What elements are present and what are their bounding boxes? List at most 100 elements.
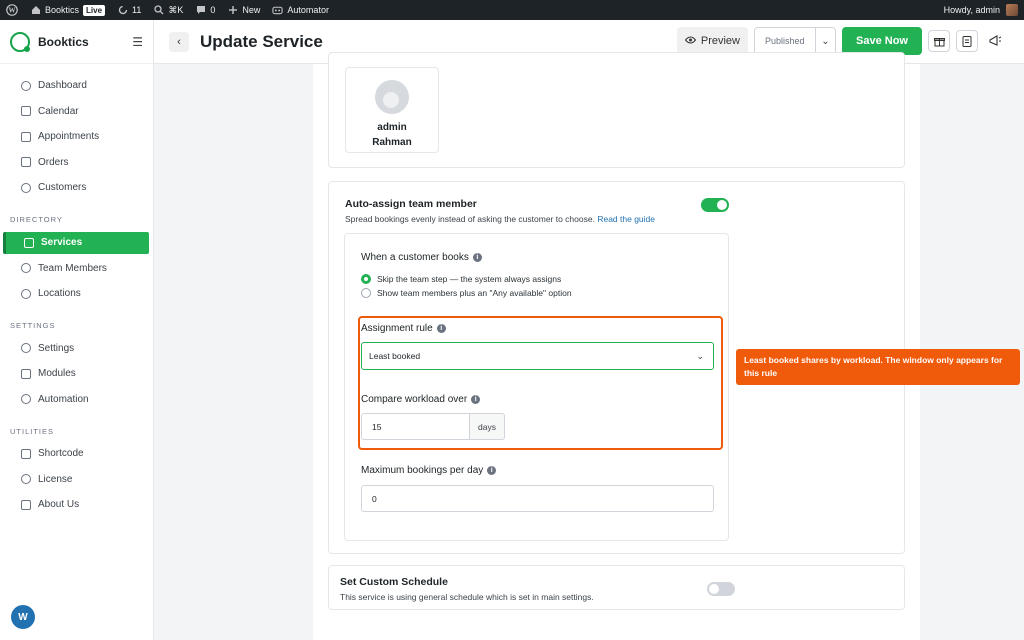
option-label: Skip the team step — the system always a… bbox=[377, 274, 562, 284]
option-show-team-members[interactable]: Show team members plus an "Any available… bbox=[361, 286, 572, 300]
sidebar-nav: Dashboard Calendar Appointments Orders C… bbox=[0, 64, 153, 518]
eye-icon bbox=[684, 35, 697, 47]
section-utilities: UTILITIES bbox=[10, 426, 55, 436]
sidebar-item-customers[interactable]: Customers bbox=[0, 175, 153, 201]
when-customer-books-text: When a customer books bbox=[361, 252, 469, 263]
sidebar-item-license[interactable]: License bbox=[0, 467, 153, 493]
sidebar-item-label: Appointments bbox=[38, 131, 100, 143]
updates-menu[interactable]: 11 bbox=[111, 0, 147, 20]
radio-unchecked-icon bbox=[361, 288, 371, 298]
sidebar-item-label: Modules bbox=[38, 368, 76, 380]
megaphone-icon[interactable] bbox=[984, 30, 1006, 52]
team-member-first-name: admin bbox=[377, 122, 407, 133]
sidebar-item-modules[interactable]: Modules bbox=[0, 361, 153, 387]
sidebar-item-label: About Us bbox=[38, 499, 80, 511]
info-icon[interactable]: i bbox=[487, 466, 497, 475]
gift-icon[interactable] bbox=[928, 30, 950, 52]
search-shortcut: ⌘K bbox=[168, 4, 184, 15]
chevron-left-icon: ‹ bbox=[177, 35, 181, 48]
sidebar-item-label: Locations bbox=[38, 288, 81, 300]
sidebar-item-label: Services bbox=[41, 237, 83, 248]
search-menu[interactable]: ⌘K bbox=[147, 0, 189, 20]
sidebar-item-label: Settings bbox=[38, 342, 75, 354]
toggle-knob bbox=[709, 584, 719, 594]
sidebar-item-locations[interactable]: Locations bbox=[0, 281, 153, 307]
max-bookings-label: Maximum bookings per day i bbox=[361, 465, 497, 476]
menu-toggle-icon[interactable]: ☰ bbox=[132, 35, 143, 49]
sidebar-item-label: Team Members bbox=[38, 262, 107, 274]
sidebar-item-label: Shortcode bbox=[38, 448, 84, 460]
sidebar-item-label: Automation bbox=[38, 393, 89, 405]
auto-assign-toggle[interactable] bbox=[701, 198, 729, 212]
sidebar-item-label: License bbox=[38, 473, 73, 485]
toggle-knob bbox=[717, 200, 727, 210]
sidebar-item-automation[interactable]: Automation bbox=[0, 387, 153, 413]
max-bookings-input[interactable]: 0 bbox=[361, 485, 714, 512]
header-actions: Preview Published ⌄ Save Now bbox=[676, 27, 1006, 55]
schedule-description: This service is using general schedule w… bbox=[340, 592, 594, 602]
sidebar-item-about-us[interactable]: About Us bbox=[0, 492, 153, 518]
new-menu[interactable]: New bbox=[221, 0, 266, 20]
preview-button[interactable]: Preview bbox=[676, 27, 748, 55]
document-icon[interactable] bbox=[956, 30, 978, 52]
section-settings: SETTINGS bbox=[10, 321, 56, 330]
automator-label: Automator bbox=[287, 5, 329, 15]
auto-assign-description-text: Spread bookings evenly instead of asking… bbox=[345, 214, 595, 224]
clipboard-icon bbox=[21, 131, 31, 142]
annotation-callout: Least booked shares by workload. The win… bbox=[736, 349, 1020, 385]
refresh-icon bbox=[117, 5, 128, 16]
key-icon bbox=[21, 474, 31, 485]
section-directory: DIRECTORY bbox=[10, 215, 63, 224]
status-select[interactable]: Published ⌄ bbox=[754, 27, 836, 55]
back-button[interactable]: ‹ bbox=[169, 31, 189, 52]
booktics-logo-icon bbox=[10, 31, 30, 52]
auto-assign-description: Spread bookings evenly instead of asking… bbox=[345, 214, 655, 224]
folder-icon bbox=[21, 499, 31, 510]
search-icon bbox=[153, 5, 164, 16]
sidebar-item-shortcode[interactable]: Shortcode bbox=[0, 441, 153, 467]
annotation-highlight bbox=[358, 316, 723, 450]
greeting: Howdy, admin bbox=[943, 5, 1000, 15]
sidebar-item-team-members[interactable]: Team Members bbox=[0, 256, 153, 282]
sidebar-item-label: Dashboard bbox=[38, 80, 87, 92]
account-menu[interactable]: Howdy, admin bbox=[944, 0, 1018, 20]
sidebar-item-appointments[interactable]: Appointments bbox=[0, 124, 153, 150]
wp-admin-bar: W Booktics Live 11 ⌘K 0 New Automator Ho… bbox=[0, 0, 1024, 20]
preview-label: Preview bbox=[700, 35, 740, 47]
robot-icon bbox=[272, 5, 284, 16]
location-pin-icon bbox=[21, 288, 31, 299]
sidebar-item-services[interactable]: Services bbox=[3, 231, 149, 254]
site-menu[interactable]: Booktics Live bbox=[24, 0, 111, 20]
new-label: New bbox=[242, 5, 261, 15]
custom-schedule-card: Set Custom Schedule This service is usin… bbox=[328, 565, 905, 610]
team-member-last-name: Rahman bbox=[372, 137, 412, 148]
edit-icon bbox=[21, 448, 31, 459]
read-guide-link[interactable]: Read the guide bbox=[597, 214, 655, 224]
plus-icon bbox=[227, 5, 238, 16]
site-name: Booktics bbox=[45, 5, 80, 15]
custom-schedule-toggle[interactable] bbox=[707, 582, 735, 596]
avatar bbox=[375, 80, 409, 114]
sidebar-item-label: Calendar bbox=[38, 105, 79, 117]
info-icon[interactable]: i bbox=[472, 253, 482, 262]
sidebar-item-calendar[interactable]: Calendar bbox=[0, 99, 153, 125]
sidebar-item-settings[interactable]: Settings bbox=[0, 336, 153, 362]
avatar bbox=[1006, 4, 1018, 16]
chevron-down-icon: ⌄ bbox=[815, 28, 835, 54]
calendar-icon bbox=[21, 106, 31, 117]
sidebar-item-orders[interactable]: Orders bbox=[0, 150, 153, 176]
brand-name: Booktics bbox=[38, 34, 89, 49]
max-bookings-text: Maximum bookings per day bbox=[361, 465, 484, 476]
team-members-card: admin Rahman bbox=[328, 52, 905, 168]
sidebar-item-dashboard[interactable]: Dashboard bbox=[0, 73, 153, 99]
automator-menu[interactable]: Automator bbox=[266, 0, 335, 20]
option-label: Show team members plus an "Any available… bbox=[377, 288, 572, 298]
option-skip-team-step[interactable]: Skip the team step — the system always a… bbox=[361, 272, 561, 286]
save-button[interactable]: Save Now bbox=[842, 27, 922, 55]
wordpress-logo-icon[interactable]: W bbox=[11, 605, 35, 629]
team-member-tile[interactable]: admin Rahman bbox=[345, 67, 439, 153]
comments-menu[interactable]: 0 bbox=[189, 0, 221, 20]
wordpress-icon[interactable]: W bbox=[0, 0, 24, 20]
page-title: Update Service bbox=[200, 31, 323, 51]
schedule-title: Set Custom Schedule bbox=[340, 576, 448, 588]
